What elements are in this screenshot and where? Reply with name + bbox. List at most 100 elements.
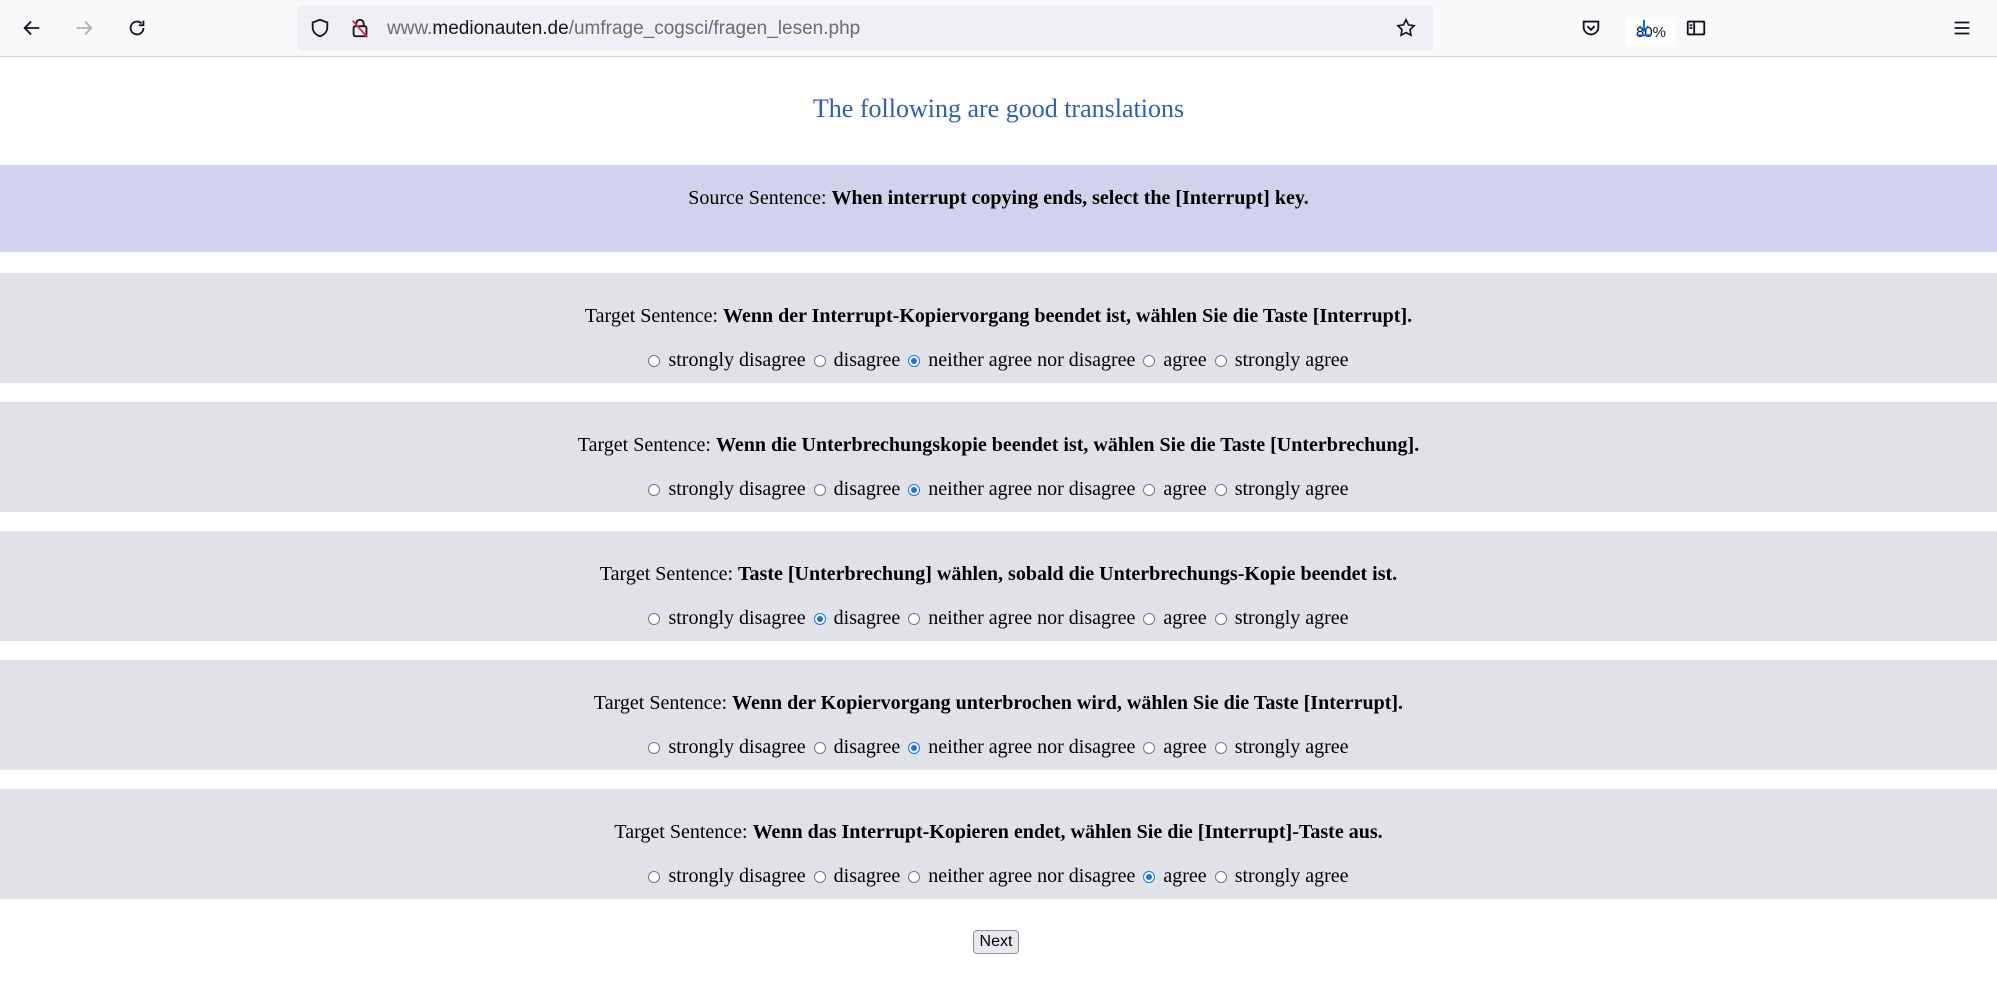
- rating-radio[interactable]: [1143, 612, 1156, 625]
- rating-radio[interactable]: [648, 354, 661, 367]
- rating-option[interactable]: strongly agree: [1214, 478, 1349, 501]
- rating-radio[interactable]: [1214, 870, 1227, 883]
- back-icon[interactable]: [14, 10, 50, 46]
- source-sentence-block: Source Sentence: When interrupt copying …: [0, 165, 1997, 252]
- rating-option-label: agree: [1163, 865, 1207, 887]
- rating-radio[interactable]: [648, 483, 661, 496]
- rating-radio[interactable]: [1143, 354, 1156, 367]
- rating-option[interactable]: disagree: [813, 736, 901, 759]
- download-icon[interactable]: [1626, 10, 1662, 46]
- rating-option[interactable]: strongly disagree: [648, 349, 806, 372]
- rating-radio[interactable]: [813, 612, 826, 625]
- target-label: Target Sentence:: [584, 305, 719, 327]
- rating-option-label: strongly agree: [1234, 478, 1349, 500]
- rating-radio[interactable]: [648, 870, 661, 883]
- rating-radio[interactable]: [1143, 741, 1156, 754]
- rating-options: strongly disagree disagree neither agree n…: [0, 607, 1997, 630]
- rating-radio[interactable]: [1214, 354, 1227, 367]
- menu-icon[interactable]: [1944, 10, 1980, 46]
- rating-option-label: neither agree nor disagree: [928, 607, 1136, 629]
- rating-radio[interactable]: [813, 354, 826, 367]
- rating-option[interactable]: strongly disagree: [648, 736, 806, 759]
- rating-options: strongly disagree disagree neither agree n…: [0, 349, 1997, 372]
- rating-radio[interactable]: [908, 741, 921, 754]
- rating-option-label: agree: [1163, 478, 1207, 500]
- rating-option[interactable]: neither agree nor disagree: [908, 607, 1135, 630]
- rating-option-label: disagree: [833, 607, 901, 629]
- rating-radio[interactable]: [908, 483, 921, 496]
- rating-radio[interactable]: [648, 612, 661, 625]
- rating-option[interactable]: agree: [1143, 607, 1207, 630]
- rating-option[interactable]: strongly agree: [1214, 607, 1349, 630]
- bookmark-star-icon[interactable]: [1395, 17, 1417, 39]
- forward-icon[interactable]: [66, 10, 102, 46]
- rating-option[interactable]: neither agree nor disagree: [908, 865, 1135, 888]
- url-bar[interactable]: www.medionauten.de/umfrage_cogsci/fragen…: [297, 5, 1676, 51]
- pocket-icon[interactable]: [1573, 10, 1609, 46]
- next-button[interactable]: Next: [973, 930, 1019, 954]
- rating-radio[interactable]: [813, 741, 826, 754]
- rating-option-label: disagree: [833, 736, 901, 758]
- rating-option-label: strongly disagree: [668, 349, 806, 371]
- rating-option[interactable]: agree: [1143, 349, 1207, 372]
- target-sentence: Wenn der Interrupt-Kopiervorgang beendet…: [723, 305, 1413, 327]
- browser-toolbar: www.medionauten.de/umfrage_cogsci/fragen…: [0, 0, 1997, 57]
- rating-option-label: agree: [1163, 607, 1207, 629]
- rating-option-label: disagree: [833, 349, 901, 371]
- rating-radio[interactable]: [648, 741, 661, 754]
- rating-radio[interactable]: [1143, 483, 1156, 496]
- rating-radio[interactable]: [813, 870, 826, 883]
- rating-radio[interactable]: [813, 483, 826, 496]
- rating-radio[interactable]: [1143, 870, 1156, 883]
- target-sentence-block: Target Sentence: Taste [Unterbrechung] w…: [0, 531, 1997, 641]
- target-sentence: Wenn die Unterbrechungskopie beendet ist…: [715, 434, 1420, 456]
- target-sentence: Taste [Unterbrechung] wählen, sobald die…: [738, 563, 1398, 585]
- rating-options: strongly disagree disagree neither agree n…: [0, 478, 1997, 501]
- source-label: Source Sentence:: [688, 187, 827, 209]
- rating-radio[interactable]: [908, 870, 921, 883]
- rating-option[interactable]: strongly disagree: [648, 478, 806, 501]
- rating-option-label: strongly disagree: [668, 607, 806, 629]
- url-text[interactable]: www.medionauten.de/umfrage_cogsci/fragen…: [387, 18, 860, 40]
- rating-option[interactable]: agree: [1143, 865, 1207, 888]
- rating-option-label: neither agree nor disagree: [928, 349, 1136, 371]
- rating-option-label: agree: [1163, 736, 1207, 758]
- rating-option-label: neither agree nor disagree: [928, 736, 1136, 758]
- rating-option[interactable]: strongly agree: [1214, 865, 1349, 888]
- insecure-lock-icon[interactable]: [349, 17, 371, 39]
- target-sentence-block: Target Sentence: Wenn der Kopiervorgang …: [0, 660, 1997, 770]
- rating-option[interactable]: strongly agree: [1214, 736, 1349, 759]
- sidebar-icon[interactable]: [1678, 10, 1714, 46]
- rating-option[interactable]: strongly agree: [1214, 349, 1349, 372]
- target-sentence-block: Target Sentence: Wenn die Unterbrechungs…: [0, 402, 1997, 512]
- target-sentence: Wenn der Kopiervorgang unterbrochen wird…: [732, 692, 1404, 714]
- target-sentence-block: Target Sentence: Wenn das Interrupt-Kopi…: [0, 789, 1997, 899]
- rating-option[interactable]: strongly disagree: [648, 607, 806, 630]
- rating-radio[interactable]: [908, 612, 921, 625]
- rating-options: strongly disagree disagree neither agree n…: [0, 865, 1997, 888]
- target-sentence: Wenn das Interrupt-Kopieren endet, wähle…: [752, 821, 1383, 843]
- rating-option[interactable]: agree: [1143, 478, 1207, 501]
- shield-icon[interactable]: [309, 17, 331, 39]
- rating-option[interactable]: agree: [1143, 736, 1207, 759]
- rating-option-label: disagree: [833, 865, 901, 887]
- rating-option[interactable]: strongly disagree: [648, 865, 806, 888]
- rating-option[interactable]: disagree: [813, 865, 901, 888]
- rating-radio[interactable]: [908, 354, 921, 367]
- rating-option[interactable]: neither agree nor disagree: [908, 736, 1135, 759]
- target-label: Target Sentence:: [593, 692, 728, 714]
- rating-radio[interactable]: [1214, 612, 1227, 625]
- rating-radio[interactable]: [1214, 741, 1227, 754]
- reload-icon[interactable]: [119, 10, 155, 46]
- target-label: Target Sentence:: [599, 563, 734, 585]
- rating-option[interactable]: disagree: [813, 349, 901, 372]
- url-prefix: www.: [387, 18, 433, 39]
- rating-option[interactable]: disagree: [813, 607, 901, 630]
- rating-option-label: disagree: [833, 478, 901, 500]
- rating-option[interactable]: disagree: [813, 478, 901, 501]
- rating-option-label: neither agree nor disagree: [928, 478, 1136, 500]
- rating-option[interactable]: neither agree nor disagree: [908, 478, 1135, 501]
- rating-radio[interactable]: [1214, 483, 1227, 496]
- rating-option-label: strongly disagree: [668, 478, 806, 500]
- rating-option[interactable]: neither agree nor disagree: [908, 349, 1135, 372]
